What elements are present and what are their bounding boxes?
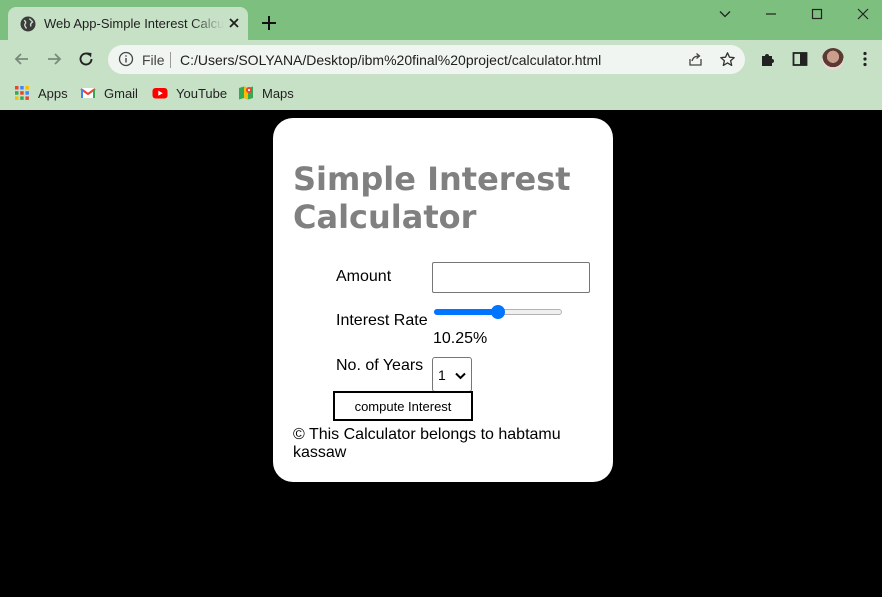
chevron-down-icon — [455, 372, 466, 380]
close-window-icon[interactable] — [855, 6, 871, 22]
forward-arrow-icon[interactable] — [45, 50, 63, 68]
page-title: Simple Interest Calculator — [293, 160, 571, 236]
site-info-icon[interactable] — [118, 51, 134, 67]
amount-label: Amount — [336, 268, 392, 285]
bookmark-youtube[interactable]: YouTube — [152, 84, 227, 102]
years-selected-value: 1 — [438, 367, 446, 383]
maps-icon — [239, 86, 253, 100]
tab-strip: Web App-Simple Interest Calculator — [0, 0, 882, 40]
tab-title: Web App-Simple Interest Calculator — [44, 16, 224, 31]
bookmarks-bar: Apps Gmail YouTube Maps — [0, 78, 882, 110]
years-select[interactable]: 1 — [432, 357, 472, 392]
bookmark-label: Apps — [38, 85, 68, 101]
page-viewport: Simple Interest Calculator Amount Intere… — [0, 110, 882, 597]
url-divider — [170, 52, 171, 68]
reload-icon[interactable] — [77, 50, 95, 68]
interest-rate-value: 10.25% — [433, 330, 488, 347]
back-arrow-icon[interactable] — [13, 50, 31, 68]
tab-search-chevron-icon[interactable] — [717, 6, 733, 22]
bookmark-apps[interactable]: Apps — [14, 84, 68, 102]
browser-tab[interactable]: Web App-Simple Interest Calculator — [8, 7, 248, 40]
interest-rate-slider[interactable] — [432, 304, 564, 320]
bookmark-star-icon[interactable] — [719, 51, 736, 68]
new-tab-icon[interactable] — [260, 14, 278, 32]
years-label: No. of Years — [336, 357, 424, 374]
address-bar[interactable]: File C:/Users/SOLYANA/Desktop/ibm%20fina… — [108, 45, 745, 74]
extensions-puzzle-icon[interactable] — [759, 50, 777, 68]
bookmark-maps[interactable]: Maps — [238, 84, 294, 102]
youtube-icon — [152, 88, 168, 99]
bookmark-label: YouTube — [176, 85, 228, 101]
bookmark-gmail[interactable]: Gmail — [80, 84, 138, 102]
bookmark-label: Gmail — [104, 85, 138, 101]
minimize-icon[interactable] — [763, 6, 779, 22]
menu-kebab-icon[interactable] — [856, 50, 874, 68]
apps-grid-icon — [15, 86, 29, 100]
slider-fill — [434, 309, 498, 315]
gmail-icon — [80, 88, 96, 98]
share-icon[interactable] — [687, 51, 704, 68]
url-scheme: File — [142, 52, 165, 68]
interest-rate-label: Interest Rate — [336, 312, 428, 329]
compute-interest-button[interactable]: compute Interest — [333, 391, 473, 421]
browser-toolbar: File C:/Users/SOLYANA/Desktop/ibm%20fina… — [0, 40, 882, 78]
close-tab-icon[interactable] — [227, 16, 241, 30]
bookmark-label: Maps — [262, 85, 294, 101]
side-panel-icon[interactable] — [791, 50, 809, 68]
maximize-icon[interactable] — [809, 6, 825, 22]
amount-input[interactable] — [432, 262, 590, 293]
globe-icon — [20, 16, 36, 32]
footer-text: © This Calculator belongs to habtamu kas… — [293, 426, 561, 461]
slider-thumb[interactable] — [491, 305, 505, 319]
profile-avatar[interactable] — [822, 48, 844, 70]
url-text[interactable]: C:/Users/SOLYANA/Desktop/ibm%20final%20p… — [180, 52, 601, 68]
calculator-card: Simple Interest Calculator Amount Intere… — [273, 118, 613, 482]
